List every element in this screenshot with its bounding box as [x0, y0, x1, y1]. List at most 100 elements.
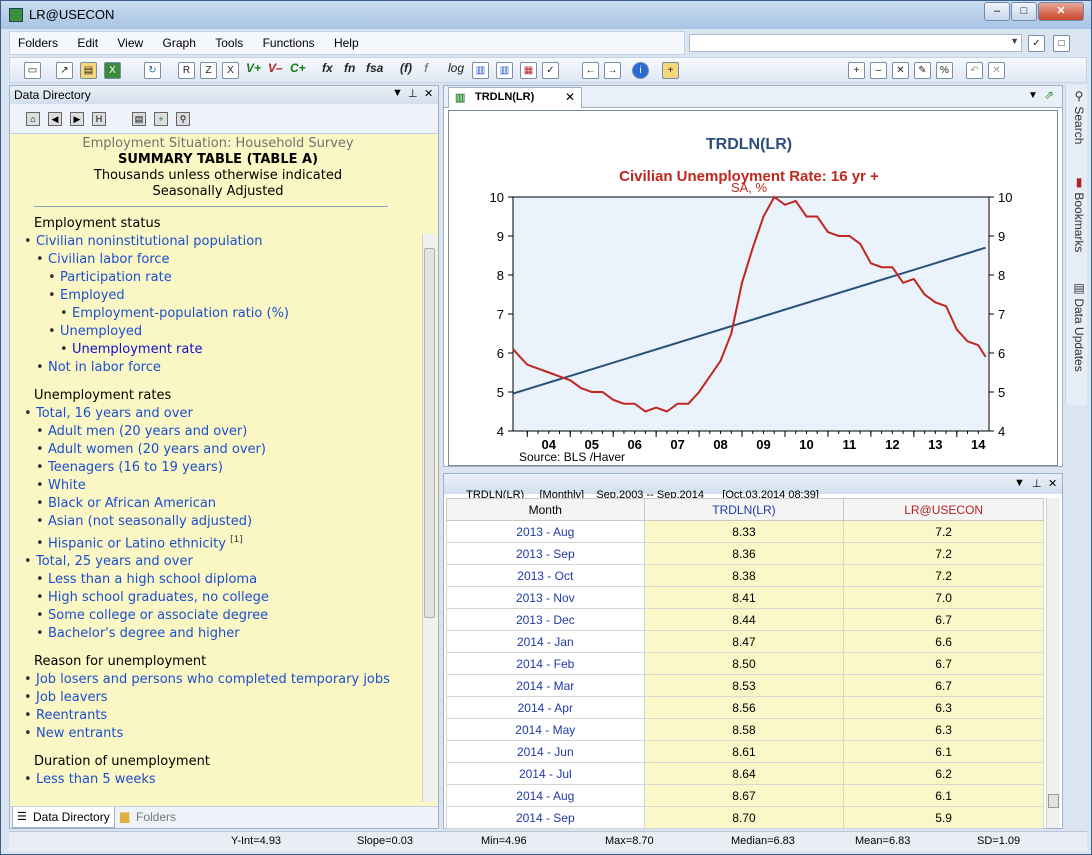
list-item[interactable]: Reentrants	[24, 707, 422, 725]
list-item[interactable]: Employed	[48, 287, 422, 305]
cell-lr[interactable]: 6.6	[843, 630, 1044, 653]
list-item[interactable]: Unemployed	[48, 323, 422, 341]
history-icon[interactable]: H	[92, 112, 106, 126]
list-item[interactable]: Black or African American	[36, 495, 422, 513]
table-row[interactable]: 2014 - Feb 8.50 6.7	[446, 652, 1044, 675]
log-button[interactable]: log	[448, 61, 464, 75]
cell-month[interactable]: 2014 - Jan	[446, 630, 645, 653]
cell-month[interactable]: 2014 - Feb	[446, 652, 645, 675]
cell-month[interactable]: 2014 - Mar	[446, 674, 645, 697]
list-item[interactable]: Less than a high school diploma	[36, 571, 422, 589]
new-icon[interactable]: ▭	[24, 62, 41, 79]
column-header-trdln[interactable]: TRDLN(LR)	[643, 498, 845, 521]
r-function-button[interactable]: R	[178, 62, 195, 79]
tab-folders[interactable]: ▆ Folders	[116, 807, 180, 828]
table-row[interactable]: 2014 - Jun 8.61 6.1	[446, 740, 1044, 763]
cell-trdln[interactable]: 8.36	[643, 542, 845, 565]
series-combo[interactable]: ▼	[689, 34, 1022, 52]
square-dropdown-button[interactable]: □	[1053, 35, 1070, 52]
tab-bookmarks[interactable]: ▮ Bookmarks	[1068, 175, 1086, 275]
panel-close-icon[interactable]: ✕	[1048, 477, 1057, 490]
cell-month[interactable]: 2013 - Dec	[446, 608, 645, 631]
menu-help[interactable]: Help	[326, 32, 367, 50]
home-icon[interactable]: ⌂	[26, 112, 40, 126]
cell-lr[interactable]: 6.2	[843, 762, 1044, 785]
cell-trdln[interactable]: 8.47	[643, 630, 845, 653]
bar-chart-icon[interactable]: ▥	[472, 62, 489, 79]
z-function-button[interactable]: Z	[200, 62, 217, 79]
table-row[interactable]: 2014 - Mar 8.53 6.7	[446, 674, 1044, 697]
x-function-button[interactable]: X	[222, 62, 239, 79]
list-item[interactable]: Less than 5 weeks	[24, 771, 422, 789]
cell-month[interactable]: 2013 - Nov	[446, 586, 645, 609]
list-item-hispanic[interactable]: Hispanic or Latino ethnicity [1]	[36, 531, 422, 553]
maximize-button[interactable]: □	[1011, 2, 1037, 21]
cell-month[interactable]: 2013 - Aug	[446, 520, 645, 543]
list-item[interactable]: Adult women (20 years and over)	[36, 441, 422, 459]
undo-icon[interactable]: ↶	[966, 62, 983, 79]
column-header-month[interactable]: Month	[446, 498, 645, 521]
menu-graph[interactable]: Graph	[155, 32, 204, 50]
list-item[interactable]: Adult men (20 years and over)	[36, 423, 422, 441]
menu-folders[interactable]: Folders	[10, 32, 66, 50]
list-item[interactable]: Participation rate	[48, 269, 422, 287]
cell-lr[interactable]: 6.7	[843, 652, 1044, 675]
cell-trdln[interactable]: 8.41	[643, 586, 845, 609]
list-item[interactable]: Bachelor's degree and higher	[36, 625, 422, 643]
cell-trdln[interactable]: 8.38	[643, 564, 845, 587]
cell-lr[interactable]: 7.2	[843, 542, 1044, 565]
table-row[interactable]: 2014 - Sep 8.70 5.9	[446, 806, 1044, 829]
list-item[interactable]: Not in labor force	[36, 359, 422, 377]
tab-search[interactable]: ⚲ Search	[1068, 89, 1086, 159]
table-row[interactable]: 2014 - Aug 8.67 6.1	[446, 784, 1044, 807]
menu-functions[interactable]: Functions	[255, 32, 323, 50]
list-item[interactable]: High school graduates, no college	[36, 589, 422, 607]
back-arrow-icon[interactable]: ←	[582, 62, 599, 79]
panel-close-icon[interactable]: ✕	[424, 87, 433, 100]
cell-lr[interactable]: 7.0	[843, 586, 1044, 609]
zoom-in-icon[interactable]: +	[848, 62, 865, 79]
directory-scrollbar[interactable]	[422, 234, 436, 802]
add-bookmark-icon[interactable]: +	[154, 112, 168, 126]
cell-trdln[interactable]: 8.33	[643, 520, 845, 543]
table-row[interactable]: 2013 - Dec 8.44 6.7	[446, 608, 1044, 631]
column-header-lr[interactable]: LR@USECON	[843, 498, 1044, 521]
percent-icon[interactable]: %	[936, 62, 953, 79]
panel-menu-icon[interactable]: ▼	[392, 87, 403, 99]
footnote-ref[interactable]: [1]	[230, 535, 243, 545]
tab-list-icon[interactable]: ▼	[1028, 90, 1038, 101]
delete-icon[interactable]: ✕	[892, 62, 909, 79]
tab-data-directory[interactable]: ☰ Data Directory	[12, 807, 115, 828]
cell-trdln[interactable]: 8.53	[643, 674, 845, 697]
menu-view[interactable]: View	[109, 32, 151, 50]
table-row[interactable]: 2013 - Oct 8.38 7.2	[446, 564, 1044, 587]
forward-icon[interactable]: ▶	[70, 112, 84, 126]
cell-lr[interactable]: 7.2	[843, 520, 1044, 543]
table-scrollbar[interactable]	[1046, 498, 1060, 828]
cell-trdln[interactable]: 8.64	[643, 762, 845, 785]
refresh-icon[interactable]: ↻	[144, 62, 161, 79]
cell-lr[interactable]: 6.3	[843, 696, 1044, 719]
export-icon[interactable]: ⇗	[1044, 88, 1054, 102]
table-row[interactable]: 2013 - Aug 8.33 7.2	[446, 520, 1044, 543]
list-item[interactable]: Asian (not seasonally adjusted)	[36, 513, 422, 531]
cell-trdln[interactable]: 8.44	[643, 608, 845, 631]
close-button[interactable]: ✕	[1038, 2, 1084, 21]
tab-data-updates[interactable]: ▤ Data Updates	[1068, 281, 1086, 401]
f-alt-button[interactable]: f	[424, 61, 428, 75]
v-minus-button[interactable]: V–	[268, 61, 283, 75]
fx-button[interactable]: fx	[322, 61, 333, 75]
back-icon[interactable]: ◀	[48, 112, 62, 126]
pin-icon[interactable]: ⊥	[408, 87, 418, 100]
scrollbar-thumb[interactable]	[1048, 794, 1059, 808]
list-item[interactable]: Civilian labor force	[36, 251, 422, 269]
f-paren-button[interactable]: (f)	[400, 61, 412, 75]
list-item[interactable]: Total, 25 years and over	[24, 553, 422, 571]
cell-trdln[interactable]: 8.50	[643, 652, 845, 675]
cell-lr[interactable]: 6.7	[843, 608, 1044, 631]
print-icon[interactable]: ▤	[132, 112, 146, 126]
panel-menu-icon[interactable]: ▼	[1014, 477, 1025, 489]
table-row[interactable]: 2014 - Apr 8.56 6.3	[446, 696, 1044, 719]
pin-icon[interactable]: ⊥	[1032, 477, 1042, 490]
table-row[interactable]: 2014 - Jan 8.47 6.6	[446, 630, 1044, 653]
